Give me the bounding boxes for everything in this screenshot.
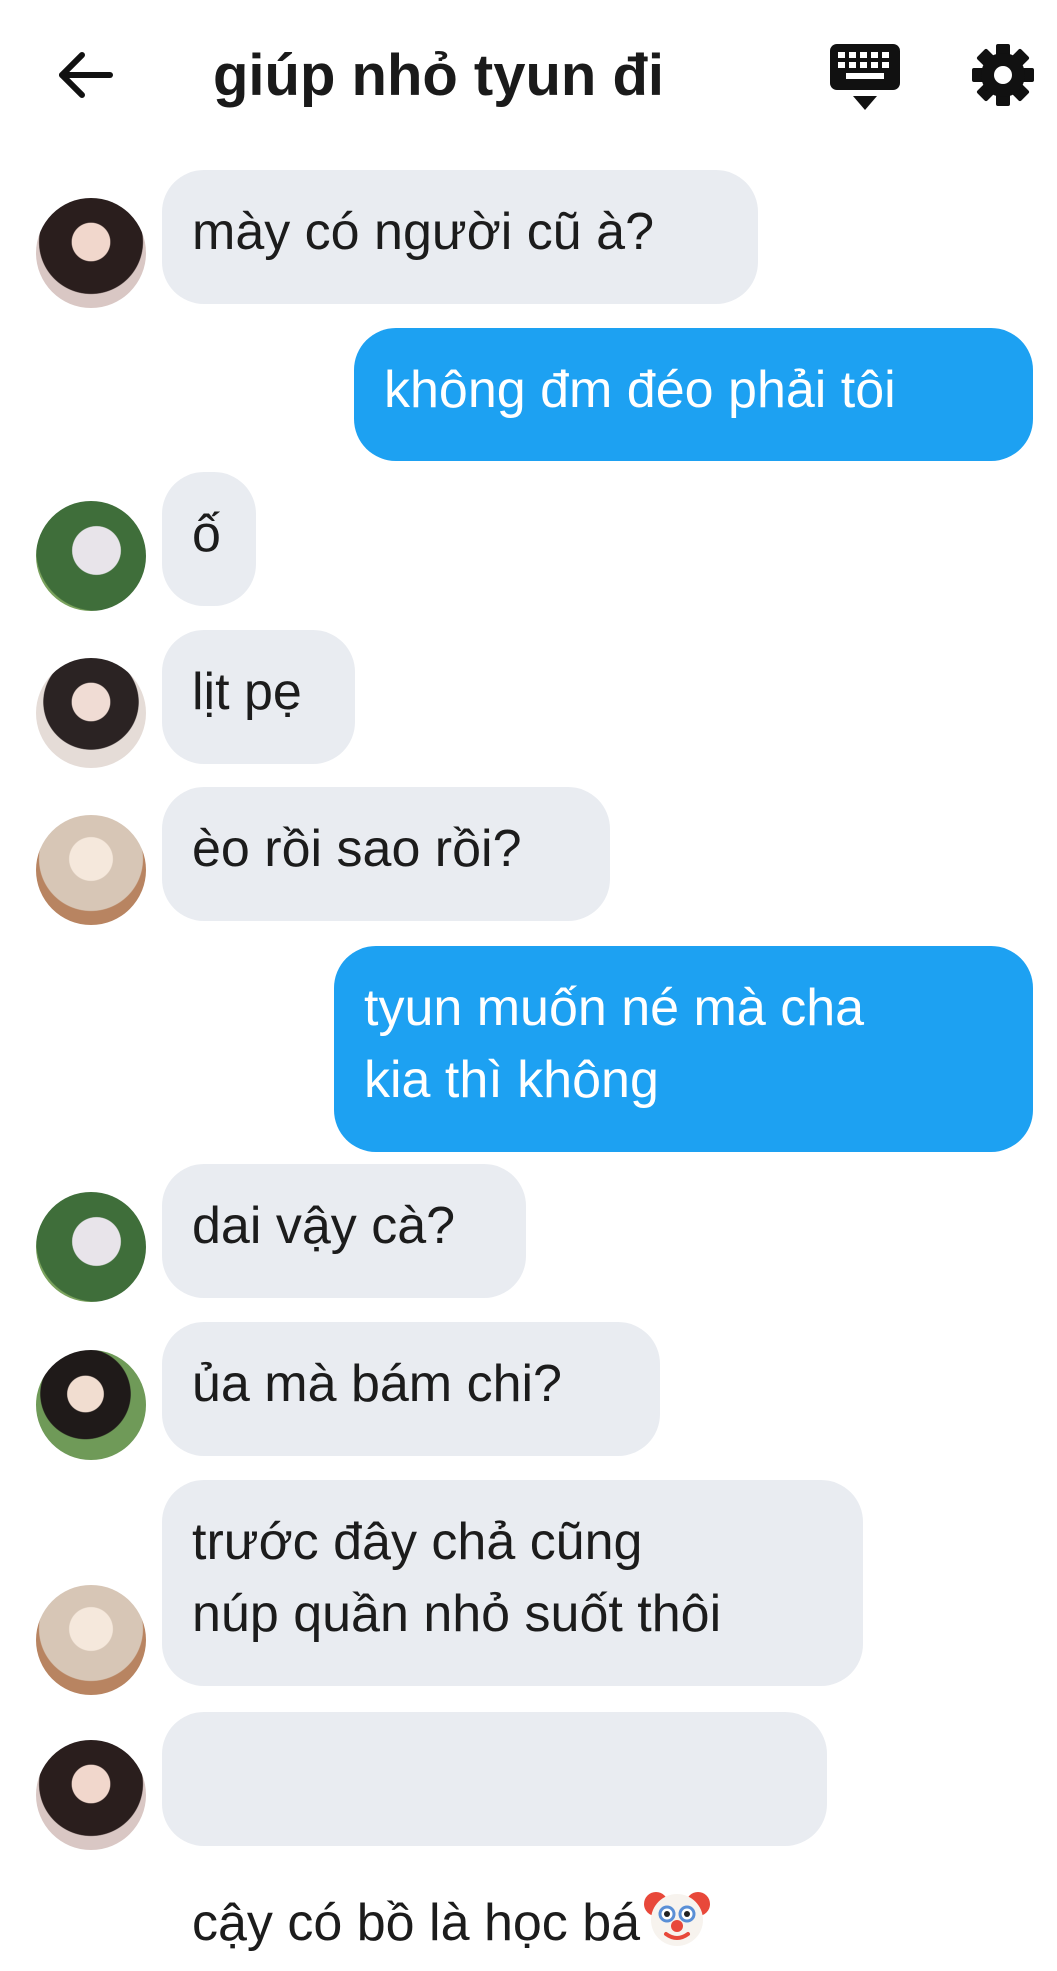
keyboard-icon [830,44,900,110]
avatar[interactable] [36,1740,146,1850]
avatar[interactable] [36,815,146,925]
settings-button[interactable] [970,42,1036,108]
message-bubble-outgoing[interactable]: tyun muốn né mà cha kia thì không [334,946,1033,1152]
chat-header: giúp nhỏ tyun đi [0,0,1057,150]
message-text: cậy có bồ là học bá [192,1894,641,1952]
message-bubble-outgoing[interactable]: không đm đéo phải tôi [354,328,1033,461]
avatar[interactable] [36,1350,146,1460]
back-button[interactable] [50,40,120,110]
message-bubble[interactable]: lịt pẹ [162,630,355,764]
clown-face-icon [642,1810,712,1946]
avatar[interactable] [36,501,146,611]
message-bubble[interactable]: trước đây chả cũng núp quần nhỏ suốt thô… [162,1480,863,1686]
avatar[interactable] [36,658,146,768]
message-bubble[interactable]: ủa mà bám chi? [162,1322,660,1456]
message-bubble[interactable]: ố [162,472,256,606]
arrow-left-icon [59,52,113,98]
avatar[interactable] [36,1585,146,1695]
gear-icon [972,44,1034,106]
message-bubble[interactable]: èo rồi sao rồi? [162,787,610,921]
avatar[interactable] [36,1192,146,1302]
keyboard-button[interactable] [826,40,904,114]
chat-title: giúp nhỏ tyun đi [213,43,665,108]
message-bubble[interactable]: cậy có bồ là học bá [162,1712,827,1952]
message-bubble[interactable]: dai vậy cà? [162,1164,526,1298]
message-bubble[interactable]: mày có người cũ à? [162,170,758,304]
avatar[interactable] [36,198,146,308]
